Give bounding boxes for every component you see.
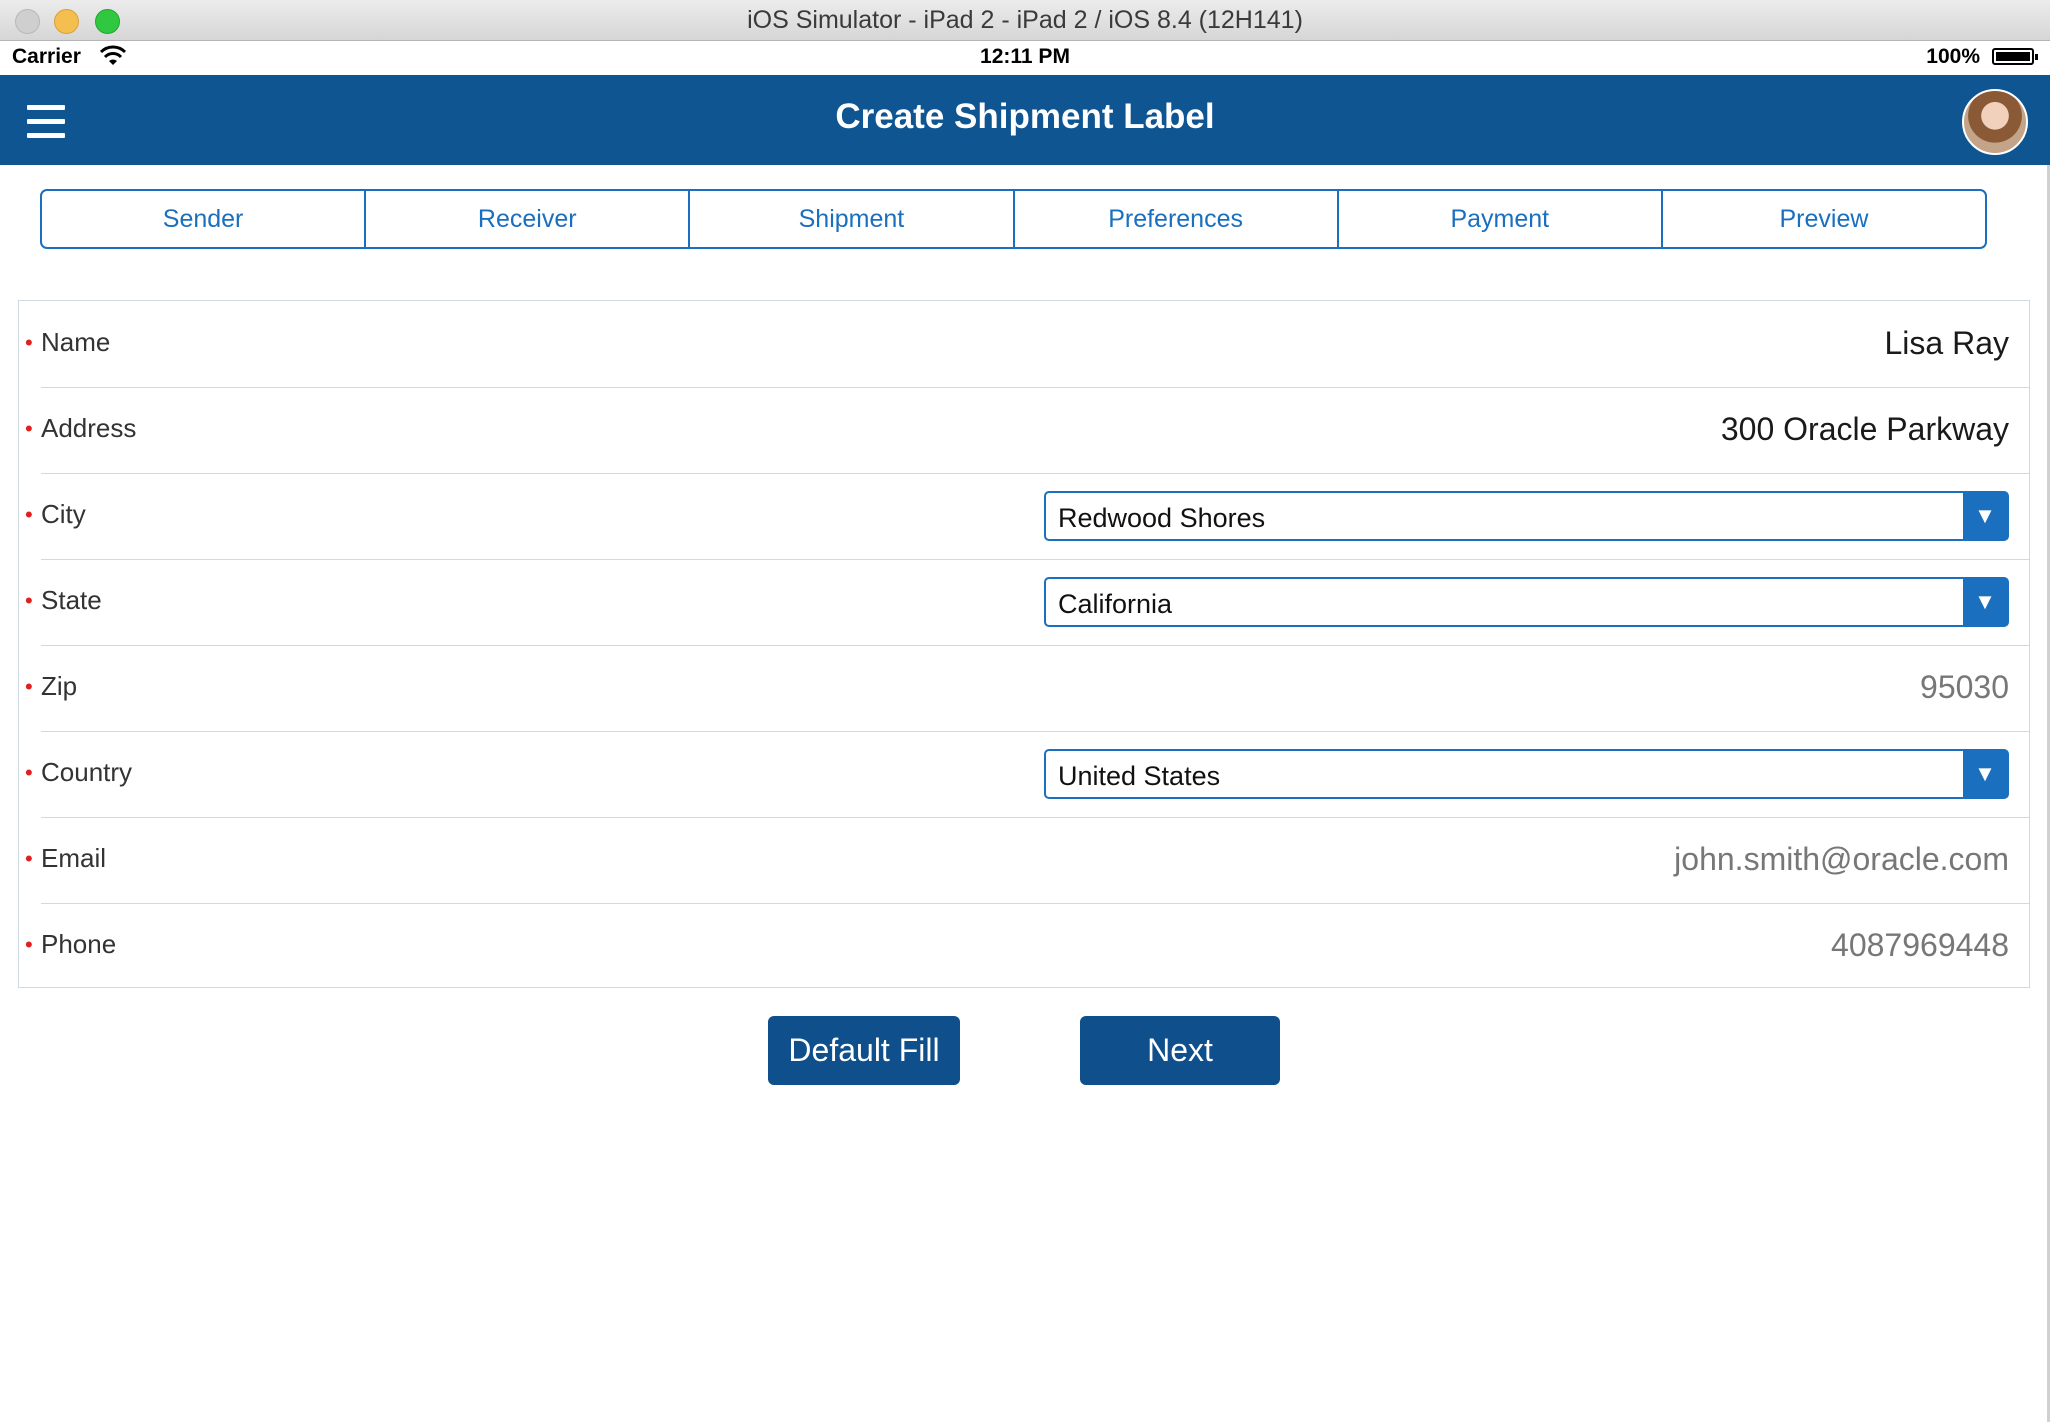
address-field[interactable]: 300 Oracle Parkway — [1721, 411, 2009, 448]
user-avatar[interactable] — [1962, 89, 2028, 155]
window-titlebar: iOS Simulator - iPad 2 - iPad 2 / iOS 8.… — [0, 0, 2050, 41]
form-row-state: • State California ▼ — [25, 559, 2029, 646]
tab-preview[interactable]: Preview — [1663, 191, 1985, 247]
city-select-value: Redwood Shores — [1058, 503, 1266, 533]
city-label: City — [41, 499, 86, 529]
country-select[interactable]: United States ▼ — [1044, 749, 2009, 799]
simulator-window: iOS Simulator - iPad 2 - iPad 2 / iOS 8.… — [0, 0, 2050, 1422]
required-marker: • — [25, 760, 33, 785]
step-tabs: Sender Receiver Shipment Preferences Pay… — [40, 189, 1987, 249]
dropdown-arrow-icon[interactable]: ▼ — [1963, 751, 2007, 797]
form-row-zip: • Zip 95030 — [25, 645, 2029, 732]
form-row-phone: • Phone 4087969448 — [25, 903, 2029, 989]
required-marker: • — [25, 416, 33, 441]
state-select-value: California — [1058, 589, 1173, 619]
window-title: iOS Simulator - iPad 2 - iPad 2 / iOS 8.… — [747, 6, 1303, 34]
address-label: Address — [41, 413, 137, 443]
form-row-name: • Name Lisa Ray — [25, 301, 2029, 388]
battery-icon — [1992, 48, 2038, 65]
country-label: Country — [41, 757, 133, 787]
ios-status-bar: Carrier 12:11 PM 100% — [0, 41, 2050, 75]
default-fill-button[interactable]: Default Fill — [768, 1016, 960, 1085]
form-row-city: • City Redwood Shores ▼ — [25, 473, 2029, 560]
required-marker: • — [25, 330, 33, 355]
required-marker: • — [25, 674, 33, 699]
required-marker: • — [25, 932, 33, 957]
tab-sender[interactable]: Sender — [42, 191, 367, 247]
email-label: Email — [41, 843, 107, 873]
next-button[interactable]: Next — [1080, 1016, 1280, 1085]
form-row-address: • Address 300 Oracle Parkway — [25, 387, 2029, 474]
name-label: Name — [41, 327, 111, 357]
state-select[interactable]: California ▼ — [1044, 577, 2009, 627]
required-marker: • — [25, 502, 33, 527]
tab-shipment[interactable]: Shipment — [690, 191, 1015, 247]
country-select-value: United States — [1058, 761, 1221, 791]
zip-field[interactable]: 95030 — [1920, 669, 2009, 706]
sender-form: • Name Lisa Ray • Address 300 Oracle Par… — [18, 300, 2030, 988]
tab-preferences[interactable]: Preferences — [1015, 191, 1339, 247]
dropdown-arrow-icon[interactable]: ▼ — [1963, 579, 2007, 625]
status-time: 12:11 PM — [980, 45, 1070, 68]
form-row-email: • Email john.smith@oracle.com — [25, 817, 2029, 904]
required-marker: • — [25, 588, 33, 613]
tab-receiver[interactable]: Receiver — [366, 191, 691, 247]
required-marker: • — [25, 846, 33, 871]
name-field[interactable]: Lisa Ray — [1885, 325, 2010, 362]
zip-label: Zip — [41, 671, 78, 701]
page-title: Create Shipment Label — [835, 97, 1215, 136]
form-row-country: • Country United States ▼ — [25, 731, 2029, 818]
tab-payment[interactable]: Payment — [1339, 191, 1663, 247]
state-label: State — [41, 585, 102, 615]
app-header: Create Shipment Label — [0, 75, 2050, 165]
email-field[interactable]: john.smith@oracle.com — [1674, 841, 2009, 878]
city-select[interactable]: Redwood Shores ▼ — [1044, 491, 2009, 541]
phone-label: Phone — [41, 929, 117, 959]
battery-percentage: 100% — [1926, 45, 1980, 68]
phone-field[interactable]: 4087969448 — [1831, 927, 2009, 964]
dropdown-arrow-icon[interactable]: ▼ — [1963, 493, 2007, 539]
